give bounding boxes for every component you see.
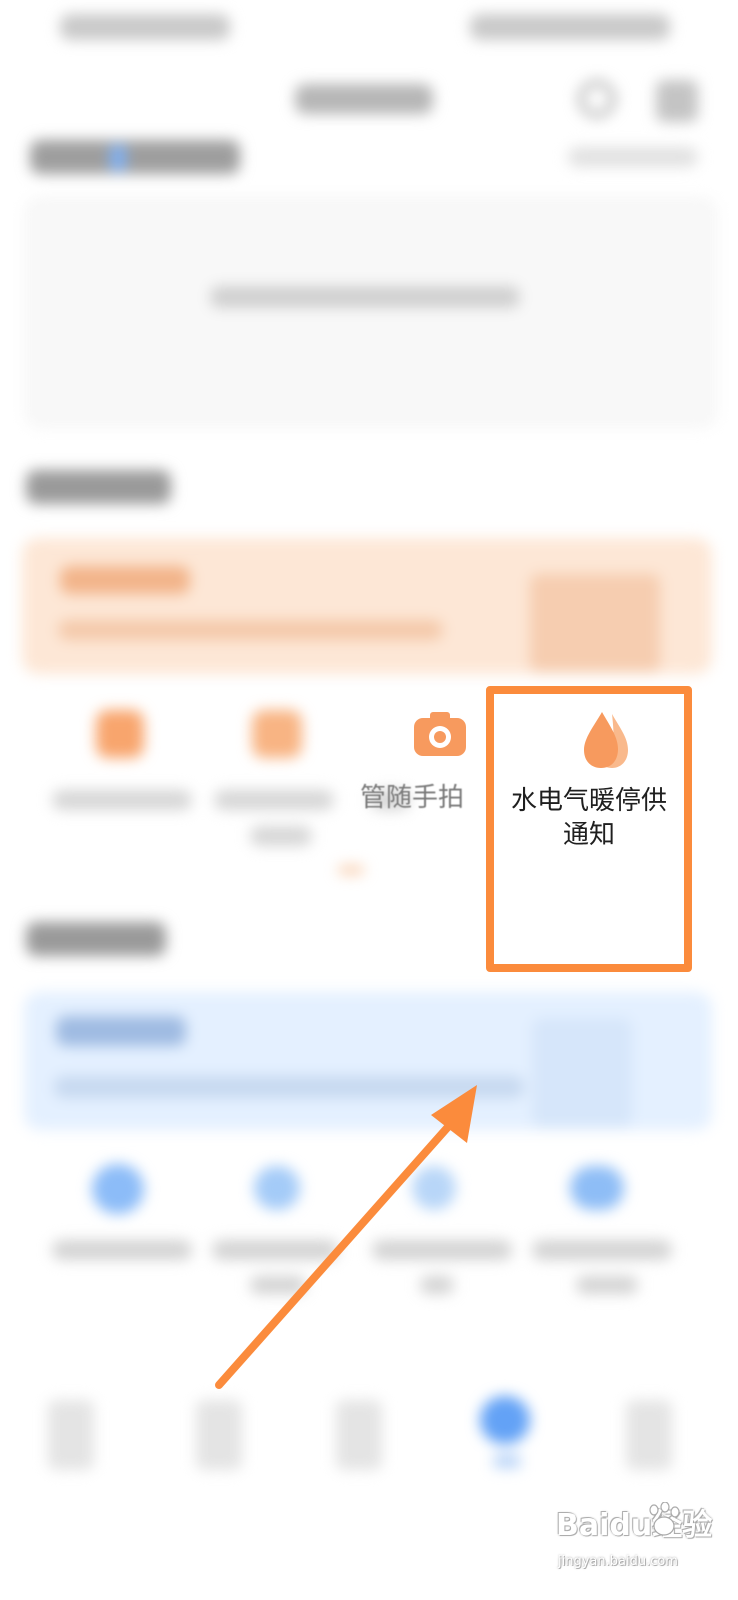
search-icon[interactable] [578,80,616,118]
service-label [52,1240,192,1260]
section-title [30,140,240,174]
water-drop-icon [584,712,628,768]
service-icon[interactable] [92,1164,144,1214]
arrow-icon [215,1085,477,1389]
info-banner-title [56,1016,186,1046]
tab-bar-item[interactable] [626,1400,672,1470]
service-label [532,1240,672,1260]
menu-icon[interactable] [656,80,698,122]
watermark-logo: Baidu经验 [556,1508,713,1543]
page-title [295,84,433,114]
camera-icon[interactable] [414,710,466,756]
promo-banner-subtitle [58,620,443,640]
section-title [26,922,166,956]
watermark: Baidu经验 jingyan.baidu.com [556,1498,736,1598]
service-label [52,790,192,810]
paw-icon [649,1502,680,1536]
service-icon[interactable] [96,710,144,758]
banner-illustration [532,1018,632,1128]
service-label [576,1276,638,1294]
highlighted-service-utility-outage[interactable]: 水电气暖停供通知 [486,686,692,972]
watermark-url: jingyan.baidu.com [558,1554,678,1569]
service-label [250,826,312,846]
promo-banner-title [60,566,190,594]
status-bar-left [60,14,230,40]
more-link[interactable] [568,147,698,167]
tab-bar-item[interactable] [48,1400,94,1470]
tab-bar-item[interactable] [196,1400,242,1470]
status-bar-right [470,14,670,40]
section-title-accent [110,145,126,171]
tab-bar-item[interactable] [336,1400,382,1470]
service-label-utility-outage: 水电气暖停供通知 [510,786,667,850]
service-icon[interactable] [570,1166,624,1210]
info-card-text [210,286,520,308]
building-illustration [530,574,660,672]
service-icon[interactable] [252,710,302,758]
tab-bar-label-active [494,1454,520,1468]
section-title [26,470,171,504]
page-indicator [338,866,364,874]
info-card[interactable] [26,198,716,427]
service-label [214,790,334,810]
tab-bar-item-active[interactable] [480,1396,530,1444]
